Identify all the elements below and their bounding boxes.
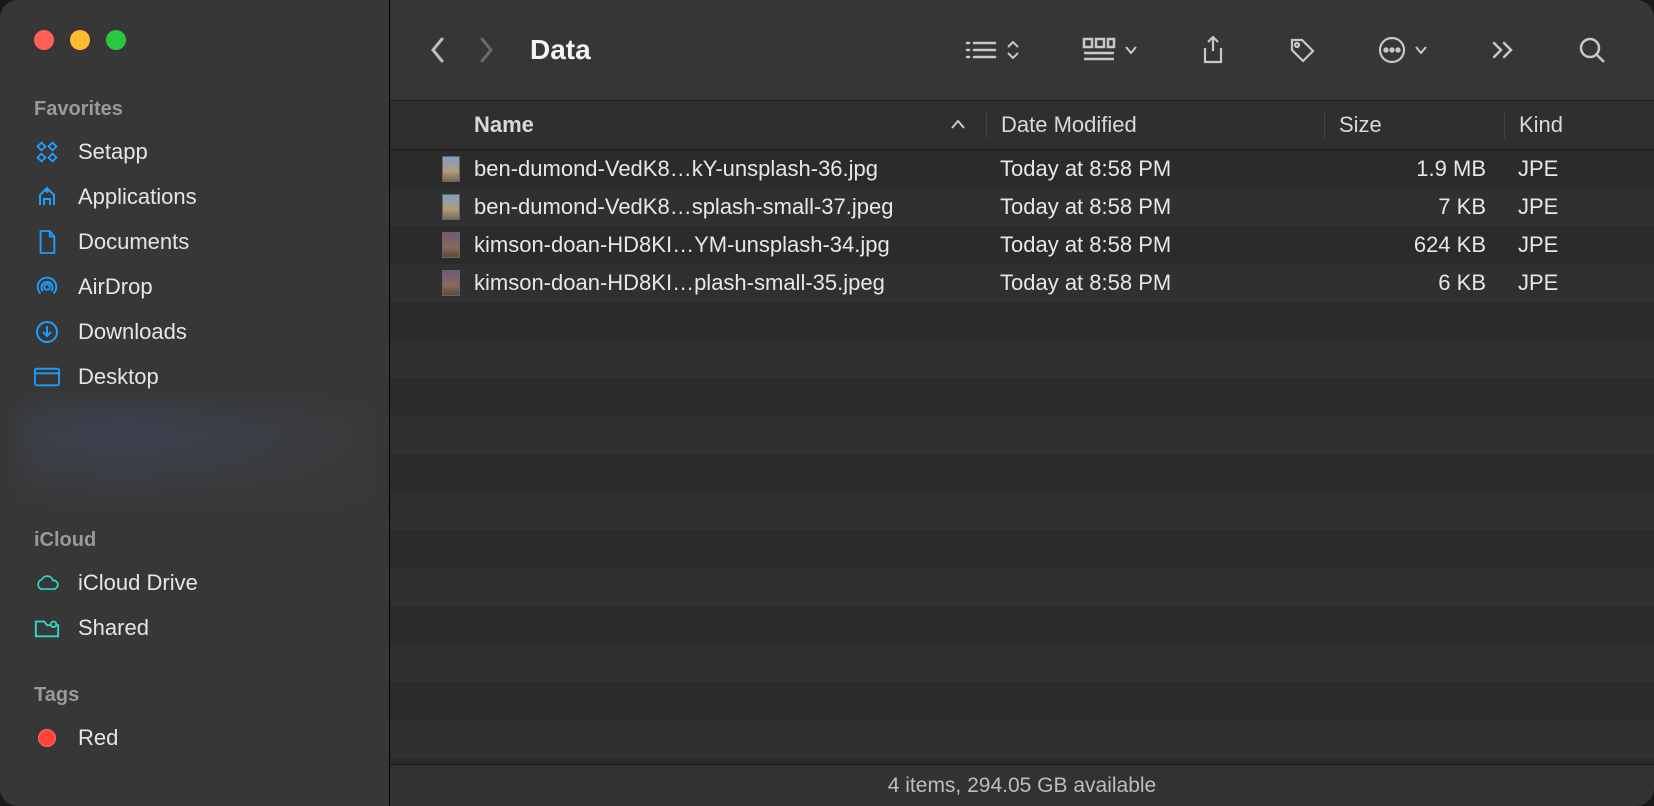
sidebar-item-shared[interactable]: Shared [0, 605, 389, 650]
file-thumbnail-icon [442, 156, 460, 182]
fullscreen-window-button[interactable] [106, 30, 126, 50]
sidebar-item-desktop[interactable]: Desktop [0, 354, 389, 399]
chevron-down-icon [1124, 45, 1138, 55]
icloud-icon [34, 573, 60, 593]
back-button[interactable] [420, 29, 456, 71]
sidebar-item-airdrop[interactable]: AirDrop [0, 264, 389, 309]
file-size: 7 KB [1324, 194, 1504, 220]
toolbar: Data [390, 0, 1654, 100]
sidebar-item-label: AirDrop [78, 274, 153, 300]
file-thumbnail-icon [442, 194, 460, 220]
file-row[interactable]: ben-dumond-VedK8…splash-small-37.jpeg To… [390, 188, 1654, 226]
sidebar: Favorites Setapp Applications Documents … [0, 0, 390, 806]
traffic-lights [0, 30, 389, 50]
sidebar-section-tags: Tags [0, 676, 389, 715]
file-kind: JPE [1504, 156, 1654, 182]
status-text: 4 items, 294.05 GB available [888, 774, 1157, 798]
sidebar-item-label: Setapp [78, 139, 148, 165]
file-kind: JPE [1504, 270, 1654, 296]
file-name: kimson-doan-HD8KI…YM-unsplash-34.jpg [474, 232, 890, 258]
file-size: 624 KB [1324, 232, 1504, 258]
sidebar-section-favorites: Favorites [0, 90, 389, 129]
view-mode-button[interactable] [956, 32, 1028, 68]
file-name: ben-dumond-VedK8…kY-unsplash-36.jpg [474, 156, 878, 182]
sidebar-section-icloud: iCloud [0, 521, 389, 560]
applications-icon [34, 185, 60, 209]
file-row[interactable]: ben-dumond-VedK8…kY-unsplash-36.jpg Toda… [390, 150, 1654, 188]
file-date: Today at 8:58 PM [986, 156, 1324, 182]
finder-window: Favorites Setapp Applications Documents … [0, 0, 1654, 806]
file-date: Today at 8:58 PM [986, 270, 1324, 296]
file-date: Today at 8:58 PM [986, 232, 1324, 258]
file-date: Today at 8:58 PM [986, 194, 1324, 220]
setapp-icon [34, 141, 60, 163]
file-row[interactable]: kimson-doan-HD8KI…plash-small-35.jpeg To… [390, 264, 1654, 302]
sidebar-item-icloud-drive[interactable]: iCloud Drive [0, 560, 389, 605]
column-kind[interactable]: Kind [1504, 112, 1654, 138]
red-tag-icon [34, 729, 60, 747]
airdrop-icon [34, 274, 60, 300]
main-panel: Data [390, 0, 1654, 806]
status-bar: 4 items, 294.05 GB available [390, 764, 1654, 806]
sidebar-item-label: Applications [78, 184, 197, 210]
file-size: 1.9 MB [1324, 156, 1504, 182]
close-window-button[interactable] [34, 30, 54, 50]
chevron-updown-icon [1006, 41, 1020, 59]
file-name: ben-dumond-VedK8…splash-small-37.jpeg [474, 194, 893, 220]
chevron-down-icon [1414, 45, 1428, 55]
column-date-label: Date Modified [1001, 112, 1137, 137]
sidebar-item-applications[interactable]: Applications [0, 174, 389, 219]
group-by-button[interactable] [1074, 31, 1146, 69]
sidebar-item-label: Documents [78, 229, 189, 255]
sidebar-item-downloads[interactable]: Downloads [0, 309, 389, 354]
column-size[interactable]: Size [1324, 112, 1504, 138]
file-kind: JPE [1504, 232, 1654, 258]
column-name-label: Name [474, 112, 534, 138]
sidebar-item-label: Red [78, 725, 118, 751]
downloads-icon [34, 320, 60, 344]
tags-button[interactable] [1280, 30, 1324, 70]
toolbar-actions [956, 29, 1614, 71]
column-headers: Name Date Modified Size Kind [390, 100, 1654, 150]
sidebar-item-label: iCloud Drive [78, 570, 198, 596]
column-name[interactable]: Name [390, 112, 986, 138]
redacted-sidebar-item [18, 403, 371, 503]
file-list[interactable]: ben-dumond-VedK8…kY-unsplash-36.jpg Toda… [390, 150, 1654, 764]
sidebar-item-setapp[interactable]: Setapp [0, 129, 389, 174]
sidebar-item-label: Desktop [78, 364, 159, 390]
share-button[interactable] [1192, 29, 1234, 71]
sidebar-item-tag-red[interactable]: Red [0, 715, 389, 760]
file-name: kimson-doan-HD8KI…plash-small-35.jpeg [474, 270, 885, 296]
file-row[interactable]: kimson-doan-HD8KI…YM-unsplash-34.jpg Tod… [390, 226, 1654, 264]
sidebar-item-label: Downloads [78, 319, 187, 345]
sort-ascending-icon [950, 119, 966, 131]
file-thumbnail-icon [442, 232, 460, 258]
sidebar-item-label: Shared [78, 615, 149, 641]
shared-folder-icon [34, 617, 60, 639]
column-date-modified[interactable]: Date Modified [986, 112, 1324, 138]
more-actions-button[interactable] [1370, 30, 1436, 70]
search-button[interactable] [1570, 30, 1614, 70]
desktop-icon [34, 367, 60, 387]
column-kind-label: Kind [1519, 112, 1563, 137]
forward-button[interactable] [468, 29, 504, 71]
file-thumbnail-icon [442, 270, 460, 296]
sidebar-item-documents[interactable]: Documents [0, 219, 389, 264]
overflow-button[interactable] [1482, 34, 1524, 66]
documents-icon [34, 229, 60, 255]
minimize-window-button[interactable] [70, 30, 90, 50]
window-title: Data [530, 34, 591, 66]
file-size: 6 KB [1324, 270, 1504, 296]
column-size-label: Size [1339, 112, 1382, 137]
file-kind: JPE [1504, 194, 1654, 220]
